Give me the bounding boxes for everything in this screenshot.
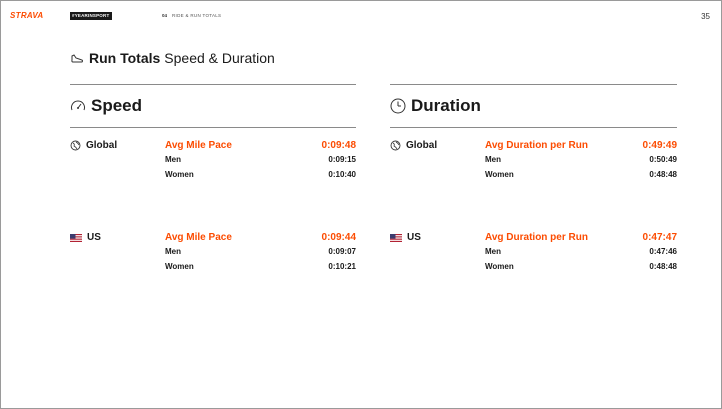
globe-icon	[390, 140, 401, 151]
metric-table: Avg Duration per Run 0:49:49 Men 0:50:49…	[485, 140, 677, 185]
region-name: US	[87, 232, 101, 243]
duration-title: Duration	[411, 96, 481, 115]
region-label: US	[70, 232, 101, 243]
divider	[70, 127, 356, 128]
divider	[390, 127, 677, 128]
metric-table: Avg Mile Pace 0:09:44 Men 0:09:07 Women …	[165, 232, 356, 277]
globe-icon	[70, 140, 81, 151]
metric-header: Avg Duration per Run 0:49:49	[485, 140, 677, 155]
us-flag-icon	[70, 233, 82, 242]
metric-label: Avg Duration per Run	[485, 140, 588, 151]
metric-row: Men 0:47:46	[485, 247, 677, 262]
yearinsport-tag: #YEARINSPORT	[70, 12, 112, 20]
row-value: 0:09:07	[328, 247, 356, 256]
metric-row: Men 0:50:49	[485, 155, 677, 170]
page-title: Run Totals Speed & Duration	[70, 50, 275, 66]
metric-row: Men 0:09:07	[165, 247, 356, 262]
row-value: 0:48:48	[649, 170, 677, 179]
metric-value: 0:47:47	[642, 232, 677, 243]
speed-title: Speed	[91, 96, 143, 115]
row-label: Women	[165, 170, 194, 179]
metric-label: Avg Mile Pace	[165, 140, 232, 151]
row-label: Women	[485, 262, 514, 271]
page-title-light: Speed & Duration	[164, 50, 275, 66]
metric-header: Avg Mile Pace 0:09:44	[165, 232, 356, 247]
speedometer-icon	[71, 100, 85, 111]
section-number: 04	[162, 13, 168, 18]
metric-row: Women 0:48:48	[485, 262, 677, 277]
speed-header: Speed	[70, 85, 356, 127]
metric-row: Women 0:48:48	[485, 170, 677, 185]
metric-value: 0:09:44	[321, 232, 356, 243]
duration-column: Duration Global Avg Duration per Run 0:4…	[390, 84, 677, 271]
metric-header: Avg Mile Pace 0:09:48	[165, 140, 356, 155]
strava-logo: STRAVA	[10, 11, 44, 20]
region-name: Global	[86, 140, 118, 151]
speed-column: Speed Global Avg Mile Pace 0:09:48 Men 0…	[70, 84, 356, 271]
row-value: 0:09:15	[328, 155, 356, 164]
row-label: Women	[485, 170, 514, 179]
region-label: US	[390, 232, 421, 243]
page-title-bold: Run Totals	[89, 50, 161, 66]
us-flag-icon	[390, 233, 402, 242]
metric-table: Avg Duration per Run 0:47:47 Men 0:47:46…	[485, 232, 677, 277]
shoe-icon	[71, 54, 83, 63]
section-name: RIDE & RUN TOTALS	[172, 13, 222, 18]
row-value: 0:48:48	[649, 262, 677, 271]
metric-value: 0:49:49	[642, 140, 677, 151]
metric-row: Women 0:10:21	[165, 262, 356, 277]
row-value: 0:10:21	[328, 262, 356, 271]
row-label: Women	[165, 262, 194, 271]
metric-value: 0:09:48	[321, 140, 356, 151]
row-label: Men	[165, 247, 181, 256]
region-label: Global	[390, 140, 437, 151]
row-label: Men	[485, 155, 501, 164]
metric-table: Avg Mile Pace 0:09:48 Men 0:09:15 Women …	[165, 140, 356, 185]
row-label: Men	[485, 247, 501, 256]
clock-icon	[390, 98, 406, 114]
region-label: Global	[70, 140, 117, 151]
metric-label: Avg Mile Pace	[165, 232, 232, 243]
metric-header: Avg Duration per Run 0:47:47	[485, 232, 677, 247]
row-value: 0:10:40	[328, 170, 356, 179]
row-value: 0:50:49	[649, 155, 677, 164]
region-name: Global	[406, 140, 438, 151]
row-label: Men	[165, 155, 181, 164]
row-value: 0:47:46	[649, 247, 677, 256]
metric-row: Women 0:10:40	[165, 170, 356, 185]
duration-header: Duration	[390, 85, 677, 127]
metric-label: Avg Duration per Run	[485, 232, 588, 243]
page-number: 35	[701, 12, 710, 21]
region-name: US	[407, 232, 421, 243]
metric-row: Men 0:09:15	[165, 155, 356, 170]
